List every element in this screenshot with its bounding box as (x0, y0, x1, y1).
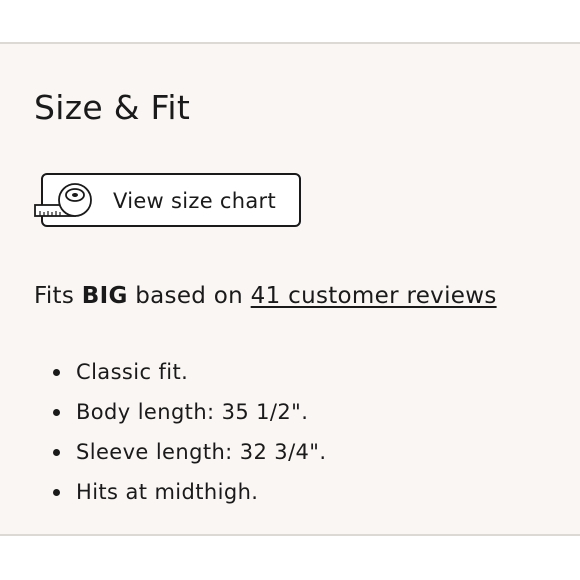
detail-text: Sleeve length: 32 3/4". (76, 440, 327, 464)
list-item: Classic fit. (0, 352, 326, 392)
bullet-icon (53, 449, 60, 456)
list-item: Hits at midthigh. (0, 472, 326, 512)
detail-text: Classic fit. (76, 360, 189, 384)
bullet-icon (53, 369, 60, 376)
measuring-tape-icon (34, 183, 92, 217)
list-item: Body length: 35 1/2". (0, 392, 326, 432)
view-size-chart-label: View size chart (113, 189, 276, 213)
bullet-icon (53, 409, 60, 416)
detail-text: Body length: 35 1/2". (76, 400, 309, 424)
fit-summary: Fits BIG based on 41 customer reviews (34, 280, 497, 312)
fit-prefix: Fits (34, 283, 82, 309)
section-title: Size & Fit (34, 88, 191, 127)
bullet-icon (53, 489, 60, 496)
view-size-chart-button[interactable]: View size chart (34, 173, 301, 227)
detail-text: Hits at midthigh. (76, 480, 259, 504)
size-fit-panel: Size & Fit View size chart Fits BIG base… (0, 42, 580, 536)
list-item: Sleeve length: 32 3/4". (0, 432, 326, 472)
customer-reviews-link[interactable]: 41 customer reviews (251, 283, 497, 309)
fit-value: BIG (81, 283, 128, 309)
fit-details-list: Classic fit. Body length: 35 1/2". Sleev… (0, 352, 326, 512)
fit-middle: based on (127, 283, 251, 309)
